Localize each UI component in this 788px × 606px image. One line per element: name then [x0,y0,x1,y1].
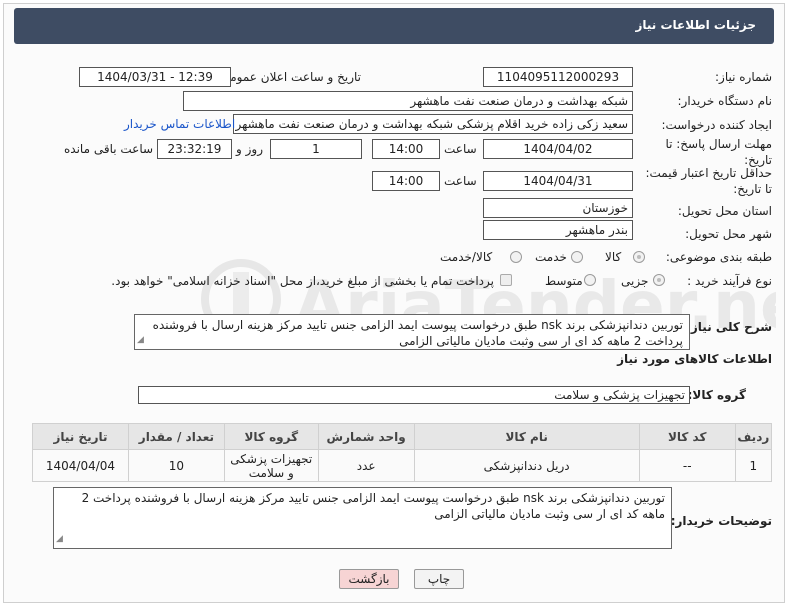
reply-time-label: ساعت [444,142,477,156]
buyer-contact-link[interactable]: اطلاعات تماس خریدار [124,117,235,131]
days-remaining-field: 1 [270,139,362,159]
price-time-field: 14:00 [372,171,440,191]
summary-field: توربین دندانپزشکی برند nsk طبق درخواست پ… [134,314,690,350]
price-deadline-label: حداقل تاریخ اعتبار قیمت: تا تاریخ: [645,166,772,196]
resize-handle-icon[interactable]: ◢ [56,531,63,547]
process-label: نوع فرآیند خرید : [687,274,772,288]
city-label: شهر محل تحویل: [685,227,772,241]
process-radio-medium[interactable] [584,274,596,286]
category-label: طبقه بندی موضوعی: [665,250,772,264]
buyer-notes-text: توربین دندانپزشکی برند nsk طبق درخواست پ… [81,491,665,521]
treasury-payment-checkbox[interactable] [500,274,512,286]
city-field: بندر ماهشهر [483,220,633,240]
buyer-org-label: نام دستگاه خریدار: [677,94,773,108]
days-label: روز و [236,142,263,156]
col-header-item-group: گروه کالا [223,423,319,450]
cell-unit: عدد [317,449,415,482]
category-radio-goods[interactable] [633,251,645,263]
cell-item-group: تجهیزات پزشکی و سلامت [223,449,319,482]
creator-label: ایجاد کننده درخواست: [661,118,772,132]
process-option-medium: متوسط [545,274,583,288]
cell-row-number: 1 [734,449,773,482]
announce-label: تاریخ و ساعت اعلان عمومی: [216,70,361,84]
payment-note: پرداخت تمام یا بخشی از مبلغ خرید،از محل … [111,274,494,288]
goods-table: ردیف کد کالا نام کالا واحد شمارش گروه کا… [32,423,773,482]
print-button[interactable]: چاپ [414,569,464,589]
need-number-label: شماره نیاز: [715,70,772,84]
goods-table-header-row: ردیف کد کالا نام کالا واحد شمارش گروه کا… [32,423,773,450]
price-date-field: 1404/04/31 [483,171,633,191]
summary-label: شرح کلی نیاز: [686,320,772,334]
category-radio-goods-service[interactable] [510,251,522,263]
goods-group-label: گروه کالا: [687,388,746,402]
col-header-unit: واحد شمارش [317,423,415,450]
reply-time-field: 14:00 [372,139,440,159]
table-row: 1 -- دریل دندانپزشکی عدد تجهیزات پزشکی و… [32,449,773,482]
goods-group-field: تجهیزات پزشکی و سلامت [138,386,690,404]
price-time-label: ساعت [444,174,477,188]
category-option-goods: کالا [605,250,622,264]
category-option-service: خدمت [535,250,567,264]
remaining-time-field: 23:32:19 [157,139,232,159]
col-header-item-code: کد کالا [638,423,736,450]
category-option-goods-service: کالا/خدمت [440,250,493,264]
need-number-field: 1104095112000293 [483,67,633,87]
province-label: استان محل تحویل: [677,204,772,218]
col-header-row-number: ردیف [734,423,773,450]
process-option-minor: جزیی [621,274,649,288]
summary-text: توربین دندانپزشکی برند nsk طبق درخواست پ… [152,318,683,348]
col-header-quantity: تعداد / مقدار [127,423,225,450]
page-title: جزئیات اطلاعات نیاز [635,18,756,32]
cell-quantity: 10 [127,449,225,482]
goods-section-title: اطلاعات کالاهای مورد نیاز [617,352,772,366]
category-radio-service[interactable] [571,251,583,263]
buyer-notes-field: توربین دندانپزشکی برند nsk طبق درخواست پ… [53,487,672,549]
creator-field: سعید زکی زاده خرید اقلام پزشکی شبکه بهدا… [233,114,633,134]
process-radio-minor[interactable] [653,274,665,286]
col-header-item-name: نام کالا [413,423,640,450]
announce-field: 1404/03/31 - 12:39 [79,67,231,87]
buyer-org-field: شبکه بهداشت و درمان صنعت نفت ماهشهر [183,91,633,111]
reply-deadline-label: مهلت ارسال پاسخ: تا تاریخ: [665,137,772,167]
cell-need-date: 1404/04/04 [32,449,129,482]
buyer-notes-label: توضیحات خریدار: [670,514,772,528]
cell-item-code: -- [638,449,736,482]
title-bar: جزئیات اطلاعات نیاز [14,8,774,44]
cell-item-name: دریل دندانپزشکی [413,449,640,482]
back-button[interactable]: بازگشت [339,569,399,589]
reply-date-field: 1404/04/02 [483,139,633,159]
resize-handle-icon[interactable]: ◢ [137,332,144,348]
remaining-time-label: ساعت باقی مانده [64,142,154,156]
col-header-need-date: تاریخ نیاز [32,423,129,450]
province-field: خوزستان [483,198,633,218]
